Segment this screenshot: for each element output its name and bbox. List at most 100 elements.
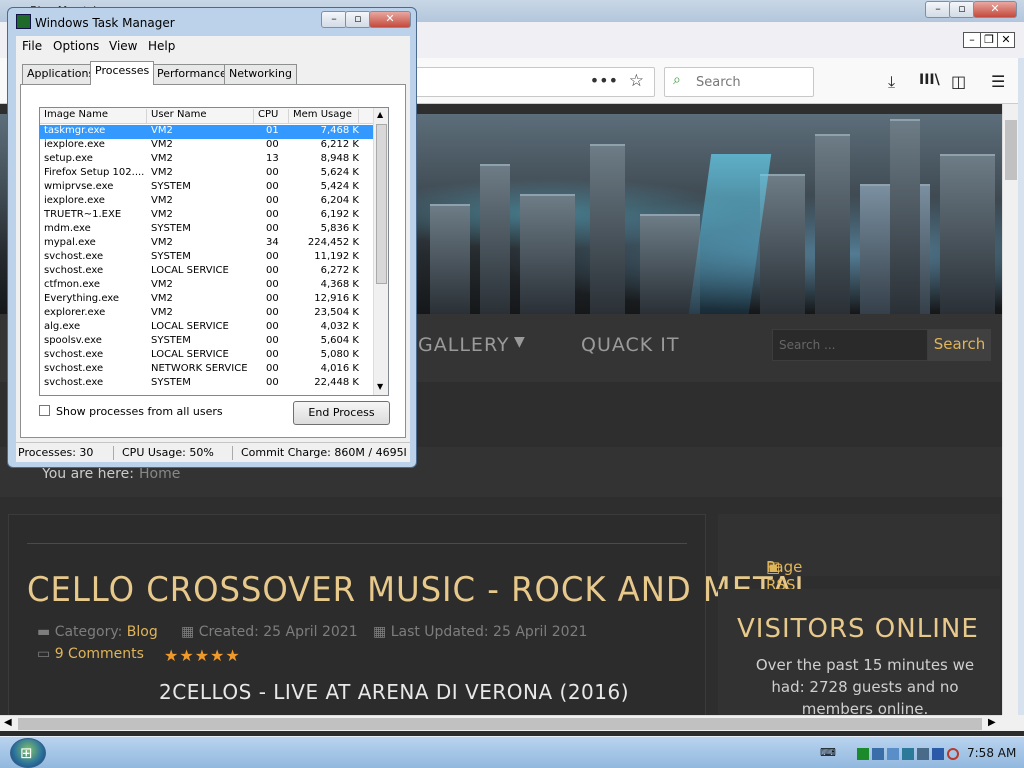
process-mem: 23,504 K — [314, 307, 359, 318]
scroll-right-icon[interactable]: ▶ — [988, 717, 996, 728]
col-cpu[interactable]: CPU — [254, 109, 289, 123]
process-row[interactable]: TRUETR~1.EXE VM2 00 6,192 K — [40, 209, 373, 223]
sidebar-icon[interactable]: ◫ — [951, 72, 966, 91]
tab-processes[interactable]: Processes — [90, 61, 155, 85]
usb-icon[interactable] — [902, 748, 914, 760]
updated-date: ▦ Last Updated: 25 April 2021 — [373, 624, 587, 640]
clock[interactable]: 7:58 AM — [967, 746, 1016, 760]
col-mem-usage[interactable]: Mem Usage — [289, 109, 359, 123]
inner-close-button[interactable]: ✕ — [997, 32, 1015, 48]
menu-icon[interactable]: ☰ — [991, 72, 1005, 91]
process-row[interactable]: taskmgr.exe VM2 01 7,468 K — [40, 125, 373, 139]
inner-minimize-button[interactable]: – — [963, 32, 981, 48]
scroll-down-icon[interactable]: ▼ — [377, 382, 383, 391]
app-tray-icon[interactable] — [932, 748, 944, 760]
volume-icon[interactable] — [917, 748, 929, 760]
process-row[interactable]: spoolsv.exe SYSTEM 00 5,604 K — [40, 335, 373, 349]
process-cpu: 00 — [266, 167, 279, 178]
vertical-scrollbar[interactable] — [1002, 104, 1018, 715]
inner-restore-button[interactable]: ❐ — [980, 32, 998, 48]
process-name: Everything.exe — [44, 293, 120, 304]
taskmgr-tray-icon[interactable] — [857, 748, 869, 760]
rating-stars[interactable]: ★★★★★ — [164, 646, 241, 665]
tm-statusbar: Processes: 30 CPU Usage: 50% Commit Char… — [16, 442, 410, 462]
menu-view[interactable]: View — [109, 39, 137, 53]
browser-search-input[interactable]: ⌕ Search — [664, 67, 814, 97]
chevron-down-icon[interactable]: ▼ — [514, 334, 526, 350]
menu-quack-it[interactable]: QUACK IT — [581, 334, 680, 356]
process-row[interactable]: mdm.exe SYSTEM 00 5,836 K — [40, 223, 373, 237]
display-icon[interactable] — [887, 748, 899, 760]
process-name: mypal.exe — [44, 237, 96, 248]
process-row[interactable]: mypal.exe VM2 34 224,452 K — [40, 237, 373, 251]
process-list-scrollbar[interactable]: ▲ ▼ — [373, 108, 388, 395]
comments-link[interactable]: 9 Comments — [55, 646, 144, 662]
maximize-button[interactable]: ▫ — [949, 1, 975, 18]
process-row[interactable]: Everything.exe VM2 00 12,916 K — [40, 293, 373, 307]
site-search-button[interactable]: Search — [928, 329, 991, 361]
library-icon[interactable]: III\ — [919, 72, 940, 88]
process-row[interactable]: svchost.exe NETWORK SERVICE 00 4,016 K — [40, 363, 373, 377]
end-process-button[interactable]: End Process — [293, 401, 390, 425]
category-label: Category: — [54, 624, 123, 640]
comments-meta: ▭ 9 Comments — [37, 646, 144, 662]
process-cpu: 00 — [266, 223, 279, 234]
tab-performance[interactable]: Performance — [152, 64, 232, 84]
process-row[interactable]: alg.exe LOCAL SERVICE 00 4,032 K — [40, 321, 373, 335]
horizontal-scrollbar[interactable]: ◀ ▶ — [0, 715, 1002, 731]
network-icon[interactable] — [872, 748, 884, 760]
created-date: ▦ Created: 25 April 2021 — [181, 624, 358, 640]
process-row[interactable]: svchost.exe LOCAL SERVICE 00 5,080 K — [40, 349, 373, 363]
col-user-name[interactable]: User Name — [147, 109, 254, 123]
show-all-processes-checkbox[interactable]: Show processes from all users — [39, 405, 223, 418]
page-actions-icon[interactable]: ••• — [590, 71, 618, 90]
hscroll-thumb[interactable] — [18, 718, 982, 730]
close-button[interactable]: ✕ — [973, 1, 1017, 18]
article: CELLO CROSSOVER MUSIC - ROCK AND METAL ▬… — [8, 514, 812, 715]
menu-options[interactable]: Options — [53, 39, 99, 53]
tm-maximize-button[interactable]: ▫ — [345, 11, 371, 28]
bookmark-star-icon[interactable]: ☆ — [629, 71, 644, 91]
scroll-left-icon[interactable]: ◀ — [4, 717, 12, 728]
site-search-input[interactable]: Search ... — [772, 329, 928, 361]
process-row[interactable]: explorer.exe VM2 00 23,504 K — [40, 307, 373, 321]
tm-close-button[interactable]: ✕ — [369, 11, 411, 28]
col-image-name[interactable]: Image Name — [40, 109, 147, 123]
scroll-up-icon[interactable]: ▲ — [377, 110, 383, 119]
process-row[interactable]: Firefox Setup 102.... VM2 00 5,624 K — [40, 167, 373, 181]
process-row[interactable]: svchost.exe SYSTEM 00 11,192 K — [40, 251, 373, 265]
keyboard-icon[interactable]: ⌨ — [820, 746, 836, 759]
menu-help[interactable]: Help — [148, 39, 175, 53]
process-mem: 22,448 K — [314, 377, 359, 388]
download-icon[interactable]: ⤓ — [888, 72, 895, 92]
category-link[interactable]: Blog — [127, 624, 158, 640]
checkbox-icon[interactable] — [39, 405, 50, 416]
process-row[interactable]: svchost.exe SYSTEM 00 22,448 K — [40, 377, 373, 391]
process-row[interactable]: iexplore.exe VM2 00 6,212 K — [40, 139, 373, 153]
process-row[interactable]: setup.exe VM2 13 8,948 K — [40, 153, 373, 167]
process-row[interactable]: wmiprvse.exe SYSTEM 00 5,424 K — [40, 181, 373, 195]
process-scroll-thumb[interactable] — [376, 124, 387, 284]
process-list[interactable]: Image Name User Name CPU Mem Usage taskm… — [39, 107, 389, 396]
process-row[interactable]: svchost.exe LOCAL SERVICE 00 6,272 K — [40, 265, 373, 279]
process-mem: 6,212 K — [320, 139, 359, 150]
tm-minimize-button[interactable]: – — [321, 11, 347, 28]
start-button[interactable]: ⊞ — [10, 738, 46, 768]
tab-networking[interactable]: Networking — [224, 64, 297, 84]
process-cpu: 34 — [266, 237, 279, 248]
process-name: wmiprvse.exe — [44, 181, 114, 192]
divider — [27, 543, 687, 544]
article-title[interactable]: CELLO CROSSOVER MUSIC - ROCK AND METAL — [27, 570, 813, 610]
scroll-thumb[interactable] — [1005, 120, 1017, 180]
minimize-button[interactable]: – — [925, 1, 951, 18]
breadcrumb-home-link[interactable]: Home — [139, 466, 180, 482]
process-row[interactable]: iexplore.exe VM2 00 6,204 K — [40, 195, 373, 209]
search-tray-icon[interactable] — [947, 748, 959, 760]
process-name: svchost.exe — [44, 251, 104, 262]
article-subtitle: 2CELLOS - LIVE AT ARENA DI VERONA (2016) — [159, 680, 630, 704]
process-row[interactable]: ctfmon.exe VM2 00 4,368 K — [40, 279, 373, 293]
menu-file[interactable]: File — [22, 39, 42, 53]
tab-applications[interactable]: Applications — [22, 64, 100, 84]
process-user: VM2 — [151, 139, 173, 150]
url-bar[interactable]: ••• ☆ — [415, 67, 655, 97]
